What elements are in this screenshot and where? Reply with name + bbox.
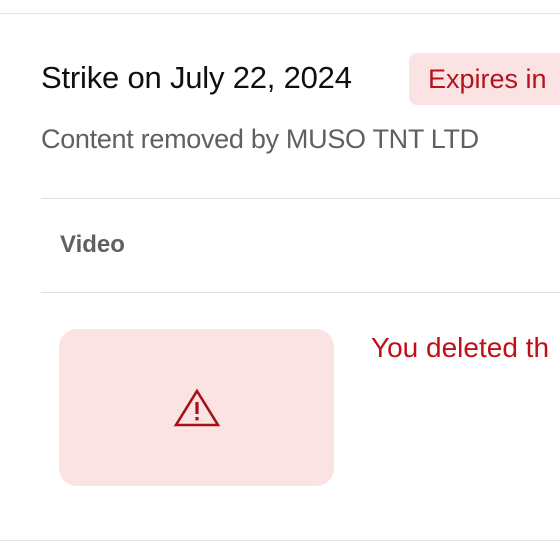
bottom-divider <box>0 540 560 541</box>
strike-title: Strike on July 22, 2024 <box>41 60 352 95</box>
removed-by-text: Content removed by MUSO TNT LTD <box>41 124 479 154</box>
warning-triangle-icon <box>173 388 220 426</box>
video-column-header: Video <box>60 231 125 258</box>
section-divider <box>41 198 560 199</box>
top-divider <box>0 13 560 14</box>
deleted-video-status: You deleted th <box>371 332 550 363</box>
header-divider <box>41 292 560 293</box>
video-thumbnail[interactable] <box>59 329 334 486</box>
expires-badge: Expires in <box>409 53 560 105</box>
strike-details-panel: Strike on July 22, 2024 Expires in Conte… <box>0 0 560 560</box>
